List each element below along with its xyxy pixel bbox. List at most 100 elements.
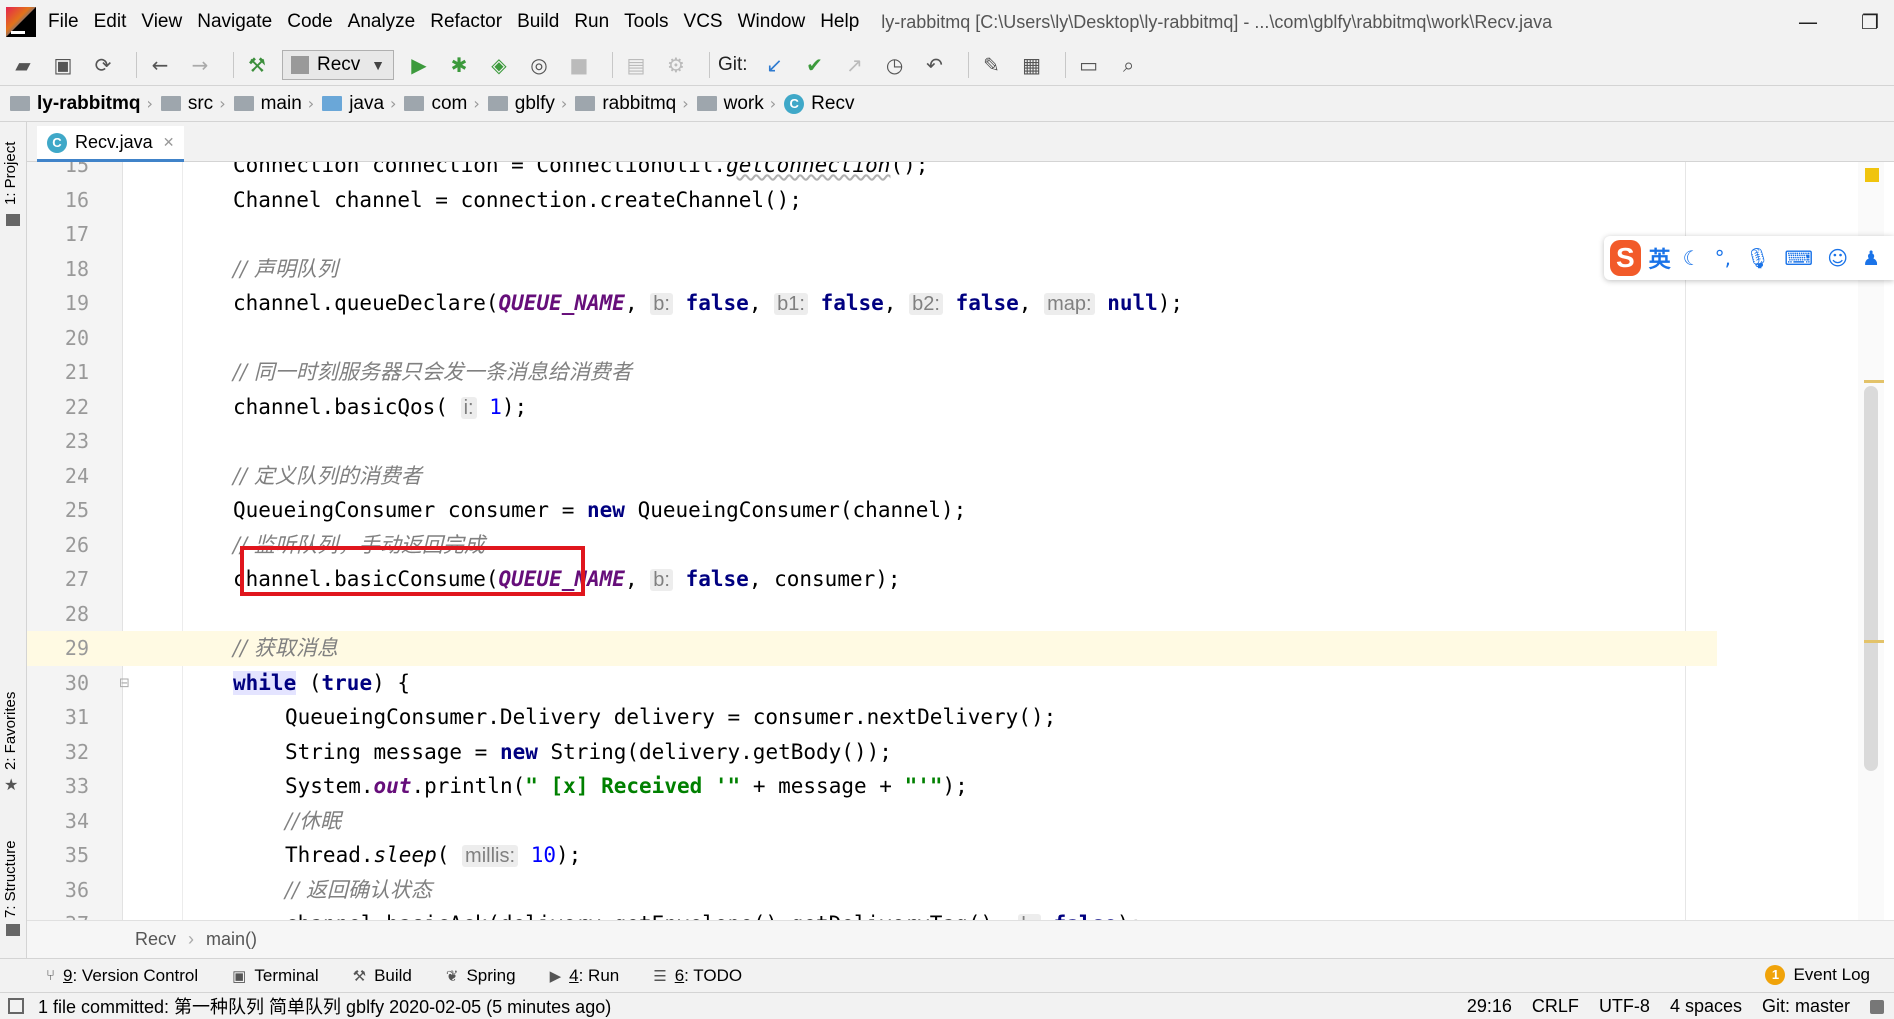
structure-tool-tab[interactable]: 7: Structure bbox=[2, 840, 19, 918]
sync-icon[interactable]: ⟳ bbox=[88, 50, 118, 80]
version-control-tab[interactable]: ⑂ 9: Version Control bbox=[46, 966, 198, 986]
crumb-gblfy[interactable]: gblfy bbox=[487, 93, 555, 115]
crumb-project[interactable]: ly-rabbitmq bbox=[10, 93, 140, 115]
crumb-method[interactable]: main() bbox=[206, 929, 257, 950]
crumb-main[interactable]: main bbox=[233, 93, 302, 115]
parameter-hint: b: bbox=[650, 293, 673, 315]
menu-vcs[interactable]: VCS bbox=[684, 11, 723, 33]
scrollbar-thumb[interactable] bbox=[1864, 386, 1878, 771]
caret-position[interactable]: 29:16 bbox=[1467, 996, 1512, 1017]
indent-setting[interactable]: 4 spaces bbox=[1670, 996, 1742, 1017]
run-icon[interactable]: ▶ bbox=[404, 50, 434, 80]
crumb-src[interactable]: src bbox=[160, 93, 213, 115]
code-comment: //休眠 bbox=[285, 808, 342, 833]
crumb-rabbitmq[interactable]: rabbitmq bbox=[575, 93, 676, 115]
todo-tab[interactable]: ☰ 6: TODO bbox=[653, 966, 742, 986]
menu-tools[interactable]: Tools bbox=[624, 11, 668, 33]
build-tab[interactable]: ⚒ Build bbox=[353, 966, 412, 986]
menu-help[interactable]: Help bbox=[820, 11, 859, 33]
code-line: 30 while (true) { bbox=[27, 666, 1717, 701]
git-update-icon[interactable]: ↙ bbox=[760, 50, 790, 80]
debug-icon[interactable]: ✱ bbox=[444, 50, 474, 80]
project-tool-tab[interactable]: 1: Project bbox=[2, 142, 19, 205]
tool-windows-toggle-icon[interactable] bbox=[8, 998, 24, 1014]
deploy-icon[interactable]: ⚙ bbox=[661, 50, 691, 80]
menu-analyze[interactable]: Analyze bbox=[348, 11, 416, 33]
tab-mnemonic: 9 bbox=[63, 965, 73, 985]
spring-tab[interactable]: ❦ Spring bbox=[446, 966, 516, 986]
menu-build[interactable]: Build bbox=[517, 11, 559, 33]
lock-icon[interactable] bbox=[1870, 999, 1884, 1014]
menu-window[interactable]: Window bbox=[738, 11, 806, 33]
run-with-coverage-icon[interactable]: ◈ bbox=[484, 50, 514, 80]
restore-button[interactable]: ❐ bbox=[1850, 8, 1890, 36]
crumb-java[interactable]: java bbox=[322, 93, 384, 115]
ime-toolbar[interactable]: S 英 ☾ °, 🎙 ⌨ ☺ ♟ bbox=[1604, 236, 1894, 280]
git-push-icon[interactable]: ↗ bbox=[840, 50, 870, 80]
menu-code[interactable]: Code bbox=[287, 11, 332, 33]
crumb-separator: › bbox=[188, 929, 195, 949]
settings-wrench-icon[interactable]: ✎ bbox=[977, 50, 1007, 80]
line-number: 18 bbox=[64, 256, 89, 281]
search-icon[interactable]: ⌕ bbox=[1114, 50, 1144, 80]
warning-marker-icon[interactable] bbox=[1865, 168, 1879, 182]
minimize-button[interactable]: — bbox=[1788, 8, 1828, 36]
code-text: Channel channel = connection.createChann… bbox=[233, 187, 802, 212]
error-stripe-mark[interactable] bbox=[1864, 380, 1884, 383]
attach-debugger-icon[interactable]: ▤ bbox=[621, 50, 651, 80]
crumb-work[interactable]: work bbox=[696, 93, 764, 115]
crumb-recv[interactable]: C Recv bbox=[784, 93, 854, 115]
project-structure-icon[interactable]: ▦ bbox=[1017, 50, 1047, 80]
event-log-tab[interactable]: 1 Event Log bbox=[1765, 965, 1870, 985]
status-message[interactable]: 1 file committed: 第一种队列 简单队列 gblfy 2020-… bbox=[38, 993, 611, 1019]
microphone-icon[interactable]: 🎙 bbox=[1745, 246, 1770, 270]
git-rollback-icon[interactable]: ↶ bbox=[920, 50, 950, 80]
package-icon bbox=[575, 96, 596, 111]
terminal-tab[interactable]: ▣ Terminal bbox=[232, 966, 318, 986]
code-structure-breadcrumb: Recv › main() bbox=[27, 920, 1894, 958]
back-arrow-icon[interactable]: ← bbox=[145, 50, 175, 80]
file-encoding[interactable]: UTF-8 bbox=[1599, 996, 1650, 1017]
crumb-class[interactable]: Recv bbox=[135, 929, 176, 950]
line-number: 19 bbox=[64, 291, 89, 315]
menu-run[interactable]: Run bbox=[574, 11, 609, 33]
git-commit-icon[interactable]: ✔ bbox=[800, 50, 830, 80]
tab-mnemonic: 4 bbox=[569, 965, 579, 985]
structure-icon bbox=[6, 924, 20, 936]
punctuation-icon[interactable]: °, bbox=[1715, 246, 1731, 270]
line-number: 30 bbox=[64, 670, 89, 695]
close-icon[interactable]: ✕ bbox=[163, 134, 175, 151]
favorites-tool-tab[interactable]: 2: Favorites bbox=[2, 692, 19, 770]
menu-file[interactable]: File bbox=[48, 11, 79, 33]
tab-mnemonic: 6 bbox=[674, 965, 685, 985]
tab-label: Build bbox=[374, 965, 412, 985]
profile-icon[interactable]: ◎ bbox=[524, 50, 554, 80]
presentation-icon[interactable]: ▭ bbox=[1074, 50, 1104, 80]
build-hammer-icon[interactable]: ⚒ bbox=[242, 50, 272, 80]
keyboard-icon[interactable]: ⌨ bbox=[1784, 246, 1813, 270]
open-folder-icon[interactable]: ▰ bbox=[8, 50, 38, 80]
error-stripe-mark[interactable] bbox=[1864, 640, 1884, 643]
event-count-badge: 1 bbox=[1765, 965, 1786, 985]
line-separator[interactable]: CRLF bbox=[1532, 996, 1579, 1017]
stop-icon[interactable]: ■ bbox=[564, 50, 594, 80]
menu-refactor[interactable]: Refactor bbox=[430, 11, 502, 33]
git-history-icon[interactable]: ◷ bbox=[880, 50, 910, 80]
moon-icon[interactable]: ☾ bbox=[1683, 246, 1701, 270]
run-configuration-select[interactable]: Recv ▼ bbox=[282, 49, 394, 80]
tab-recv-java[interactable]: C Recv.java ✕ bbox=[37, 126, 185, 162]
crumb-com[interactable]: com bbox=[404, 93, 467, 115]
forward-arrow-icon[interactable]: → bbox=[185, 50, 215, 80]
git-branch[interactable]: Git: master bbox=[1762, 996, 1850, 1017]
menu-view[interactable]: View bbox=[141, 11, 182, 33]
menu-navigate[interactable]: Navigate bbox=[197, 11, 272, 33]
fold-marker-icon[interactable]: ⊟ bbox=[119, 676, 130, 691]
run-tab[interactable]: ▶ 4: Run bbox=[550, 966, 620, 986]
ime-language-toggle[interactable]: 英 bbox=[1649, 242, 1671, 274]
skin-shirt-icon[interactable]: ♟ bbox=[1862, 246, 1880, 270]
crumb-separator: › bbox=[769, 94, 777, 113]
code-token: Thread. bbox=[285, 843, 374, 867]
save-all-icon[interactable]: ▣ bbox=[48, 50, 78, 80]
menu-edit[interactable]: Edit bbox=[94, 11, 127, 33]
user-icon[interactable]: ☺ bbox=[1827, 246, 1848, 270]
